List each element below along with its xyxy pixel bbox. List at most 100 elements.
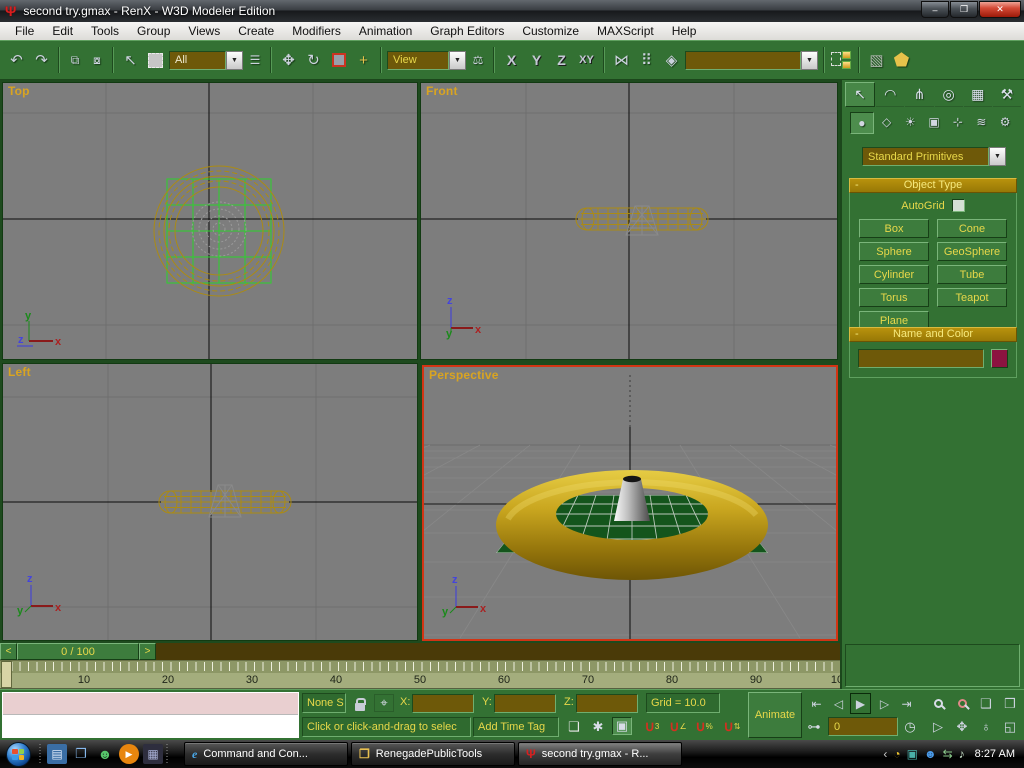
listener-macro-field[interactable] [3,693,298,715]
listener-script-field[interactable] [3,715,298,737]
media-player-icon[interactable]: ▶ [119,744,139,764]
tab-create-icon[interactable]: ↖ [845,82,875,107]
tab-utilities-icon[interactable]: ⚒ [993,82,1021,107]
align-icon[interactable]: ◈ [660,47,683,73]
box-button[interactable]: Box [859,219,929,238]
arc-rotate-icon[interactable]: ♁ [974,715,998,738]
undo-icon[interactable]: ↶ [5,47,28,73]
teapot-button[interactable]: Teapot [937,288,1007,307]
shaded-toggle-icon[interactable]: ▣ [612,717,632,735]
show-desktop-icon[interactable]: ▤ [47,744,67,764]
render-cube-icon[interactable]: ▧ [865,47,888,73]
go-to-start-icon[interactable]: ⇤ [806,693,827,714]
viewport-left[interactable]: z x y Left [2,363,418,641]
primitive-category-dropdown[interactable]: Standard Primitives ▼ [862,147,1006,166]
minimize-button[interactable]: – [921,1,949,18]
dropdown-arrow-icon[interactable]: ▼ [226,51,243,70]
restrict-y-button[interactable]: Y [525,47,548,73]
menu-maxscript[interactable]: MAXScript [588,22,663,40]
next-frame-icon[interactable]: ▷ [874,693,895,714]
y-coordinate-field[interactable] [494,694,556,713]
restrict-x-button[interactable]: X [500,47,523,73]
go-to-end-icon[interactable]: ⇥ [896,693,917,714]
selection-filter-dropdown[interactable]: All ▼ [169,51,243,70]
set-key-icon[interactable]: ⊶ [804,718,824,736]
menu-tools[interactable]: Tools [82,22,128,40]
category-systems-icon[interactable]: ⚙ [994,112,1016,134]
menu-animation[interactable]: Animation [350,22,421,40]
zoom-extents-all-icon[interactable]: ❒ [998,692,1022,715]
named-selection-dropdown[interactable]: ▼ [685,51,818,70]
min-max-toggle-icon[interactable]: ◱ [998,715,1022,738]
rectangular-selection-region-icon[interactable] [144,47,167,73]
rotate-icon[interactable]: ↻ [302,47,325,73]
zoom-all-icon[interactable] [950,692,974,715]
render-last-icon[interactable]: ⬟ [890,47,913,73]
category-shapes-icon[interactable]: ◇ [876,112,898,134]
viewport-top[interactable]: y x z Top [2,82,418,360]
pan-icon[interactable]: ✥ [950,715,974,738]
menu-customize[interactable]: Customize [513,22,588,40]
named-selection-sets-icon[interactable] [830,47,853,73]
dropdown-arrow-icon[interactable]: ▼ [449,51,466,70]
percent-snap-icon[interactable]: ∪% [694,717,714,735]
tab-modify-icon[interactable]: ◠ [876,82,904,107]
add-time-tag[interactable]: Add Time Tag [473,717,559,737]
category-spacewarps-icon[interactable]: ≋ [971,112,993,134]
start-button[interactable] [0,740,36,768]
task-command-and-conquer[interactable]: e Command and Con... [184,742,348,766]
z-coordinate-field[interactable] [576,694,638,713]
viewport-label-front[interactable]: Front [426,84,458,98]
cone-object-wireframe[interactable] [209,485,241,517]
snap-star-icon[interactable]: ✱ [588,718,608,736]
menu-file[interactable]: File [6,22,43,40]
torus-button[interactable]: Torus [859,288,929,307]
play-animation-icon[interactable]: ▶ [850,693,871,714]
next-frame-arrow[interactable]: > [139,643,156,660]
menu-views[interactable]: Views [179,22,229,40]
task-second-try-gmax[interactable]: Ψ second try.gmax - R... [518,742,682,766]
track-bar-thumb[interactable] [1,661,12,688]
movie-maker-icon[interactable]: ▦ [143,744,163,764]
time-slider-handle[interactable]: 0 / 100 [17,643,139,660]
tray-volume-icon[interactable]: ♪ [959,747,965,761]
task-renegade-public-tools[interactable]: ❐ RenegadePublicTools [351,742,515,766]
maxscript-mini-listener[interactable] [2,692,299,738]
field-of-view-icon[interactable]: ▷ [926,715,950,738]
viewport-perspective[interactable]: z x y Perspective [422,365,838,641]
zoom-icon[interactable] [926,692,950,715]
tray-messenger-icon[interactable]: ☻ [924,747,937,761]
x-coordinate-field[interactable] [412,694,474,713]
reference-coordinate-dropdown[interactable]: View ▼ [387,51,466,70]
current-frame-field[interactable]: 0 [828,717,898,736]
name-color-rollout-header[interactable]: - Name and Color [849,327,1017,342]
category-geometry-icon[interactable]: ● [850,112,874,134]
redo-icon[interactable]: ↷ [30,47,53,73]
isolate-cube-icon[interactable]: ❑ [564,718,584,736]
switch-windows-icon[interactable]: ❐ [71,744,91,764]
tray-app-icon[interactable]: ▣ [907,747,918,761]
taskbar-clock[interactable]: 8:27 AM [975,748,1015,760]
menu-edit[interactable]: Edit [43,22,82,40]
cone-button[interactable]: Cone [937,219,1007,238]
zoom-extents-icon[interactable]: ❑ [974,692,998,715]
menu-group[interactable]: Group [128,22,179,40]
object-color-swatch[interactable] [991,349,1008,368]
use-center-icon[interactable]: ⚖ [468,47,488,73]
time-configuration-icon[interactable]: ◷ [900,718,920,736]
restrict-z-button[interactable]: Z [550,47,573,73]
restore-button[interactable]: ❐ [950,1,978,18]
cone-object-wireframe[interactable] [626,206,658,235]
viewport-front[interactable]: z x y Front [420,82,838,360]
menu-modifiers[interactable]: Modifiers [283,22,350,40]
manipulate-icon[interactable]: + [352,47,375,73]
autogrid-checkbox[interactable] [952,199,965,212]
previous-frame-icon[interactable]: ◁ [828,693,849,714]
tab-motion-icon[interactable]: ◎ [935,82,963,107]
viewport-label-perspective[interactable]: Perspective [429,368,499,382]
category-cameras-icon[interactable]: ▣ [923,112,945,134]
tray-collapse-icon[interactable]: ‹ [883,747,887,761]
track-bar[interactable]: 0 10 20 30 40 50 60 70 80 90 100 [0,660,840,689]
viewport-label-top[interactable]: Top [8,84,30,98]
menu-create[interactable]: Create [229,22,283,40]
